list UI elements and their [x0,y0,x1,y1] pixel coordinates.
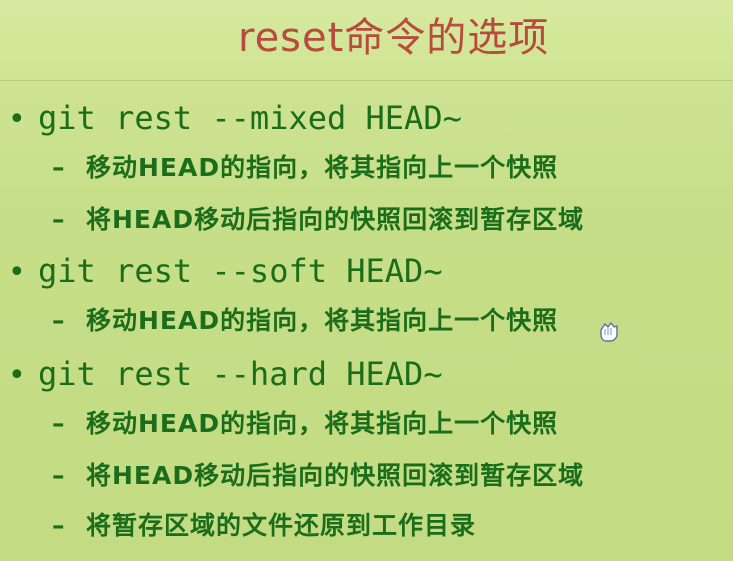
bullet-mixed: • git rest --mixed HEAD~ [8,98,462,140]
list-item-text: 将HEAD移动后指向的快照回滚到暂存区域 [86,461,585,490]
dash: – [52,153,66,182]
slide-content: • git rest --mixed HEAD~ – 移动HEAD的指向，将其指向上… [0,0,733,561]
bullet-soft: • git rest --soft HEAD~ [8,251,443,293]
list-item: – 移动HEAD的指向，将其指向上一个快照 [52,304,558,338]
list-item-text: 移动HEAD的指向，将其指向上一个快照 [86,153,559,182]
command-mixed: git rest --mixed HEAD~ [38,99,462,137]
dash: – [52,409,66,438]
list-item: – 将HEAD移动后指向的快照回滚到暂存区域 [52,459,584,493]
list-item: – 将暂存区域的文件还原到工作目录 [52,509,476,543]
dash: – [52,461,66,490]
list-item-text: 将HEAD移动后指向的快照回滚到暂存区域 [86,205,585,234]
bullet-dot: • [8,102,26,137]
dash: – [52,511,66,540]
hand-pointer-icon [600,322,618,342]
list-item: – 移动HEAD的指向，将其指向上一个快照 [52,151,558,185]
dash: – [52,306,66,335]
bullet-hard: • git rest --hard HEAD~ [8,354,443,396]
command-soft: git rest --soft HEAD~ [38,252,443,290]
command-hard: git rest --hard HEAD~ [38,355,443,393]
list-item-text: 将暂存区域的文件还原到工作目录 [86,511,477,540]
slide: reset命令的选项 • git rest --mixed HEAD~ – 移动HE… [0,0,733,561]
bullet-dot: • [8,255,26,290]
list-item: – 移动HEAD的指向，将其指向上一个快照 [52,407,558,441]
list-item-text: 移动HEAD的指向，将其指向上一个快照 [86,306,559,335]
list-item: – 将HEAD移动后指向的快照回滚到暂存区域 [52,203,584,237]
bullet-dot: • [8,358,26,393]
list-item-text: 移动HEAD的指向，将其指向上一个快照 [86,409,559,438]
dash: – [52,205,66,234]
